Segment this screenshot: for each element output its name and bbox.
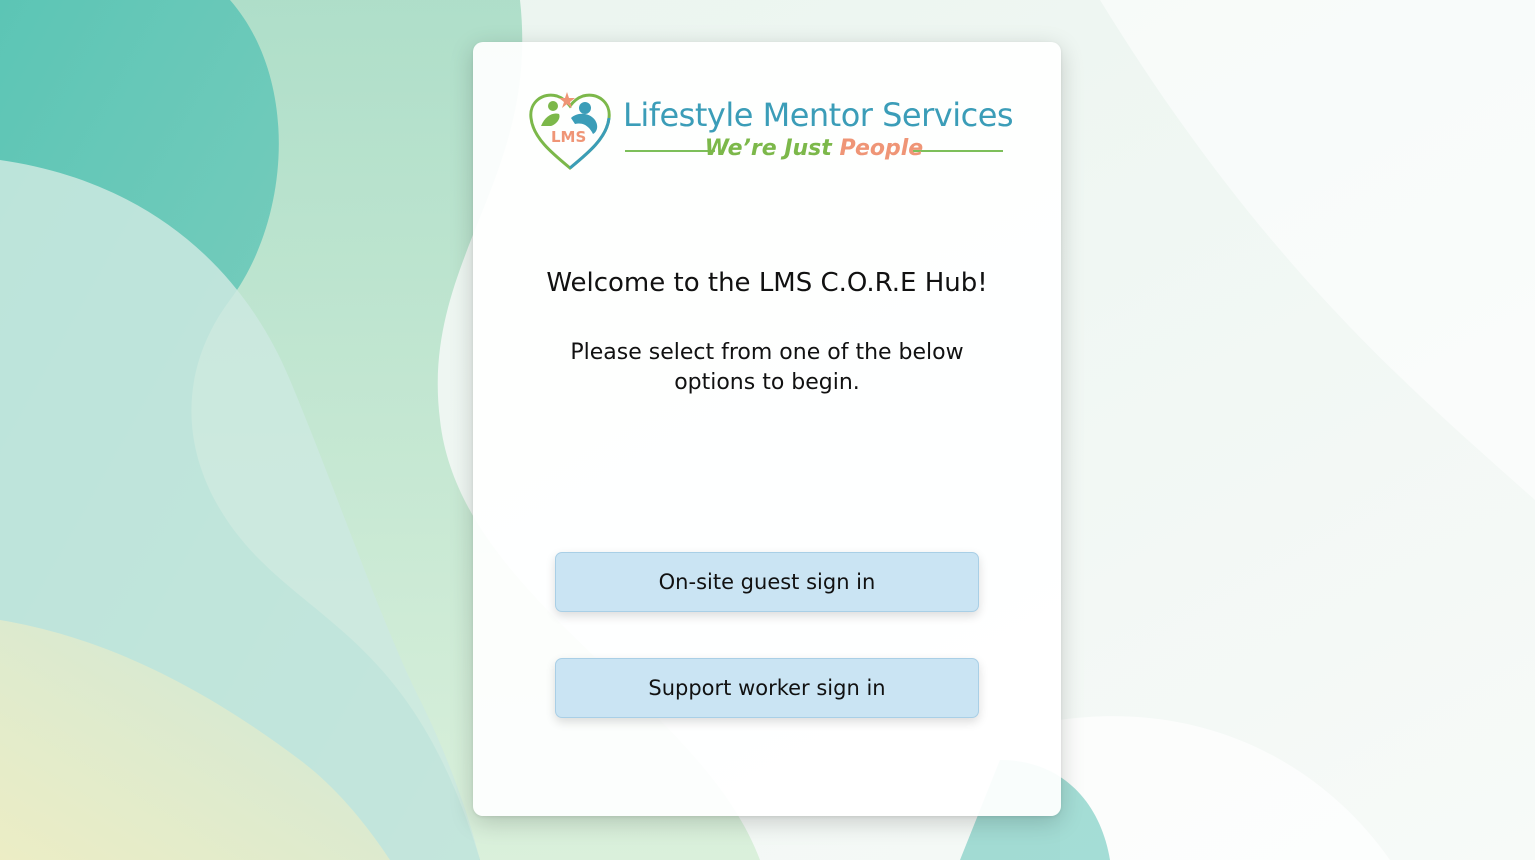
welcome-heading: Welcome to the LMS C.O.R.E Hub! bbox=[546, 268, 988, 298]
lms-heart-logo-icon bbox=[529, 92, 611, 170]
instructions-text: Please select from one of the below opti… bbox=[570, 340, 964, 395]
brand-tagline-row: We’re Just People bbox=[625, 136, 1003, 166]
sign-in-card: LMS Lifestyle Mentor Services We’re Just… bbox=[473, 42, 1061, 816]
onsite-guest-sign-in-button[interactable]: On-site guest sign in bbox=[555, 552, 979, 612]
brand-logo: LMS Lifestyle Mentor Services We’re Just… bbox=[527, 90, 1014, 176]
brand-name: Lifestyle Mentor Services bbox=[623, 96, 1014, 134]
tagline-part-1: We’re Just bbox=[704, 136, 832, 161]
tagline-part-2: People bbox=[839, 136, 924, 161]
brand-tagline: We’re Just People bbox=[625, 136, 1003, 161]
support-worker-sign-in-button[interactable]: Support worker sign in bbox=[555, 658, 979, 718]
